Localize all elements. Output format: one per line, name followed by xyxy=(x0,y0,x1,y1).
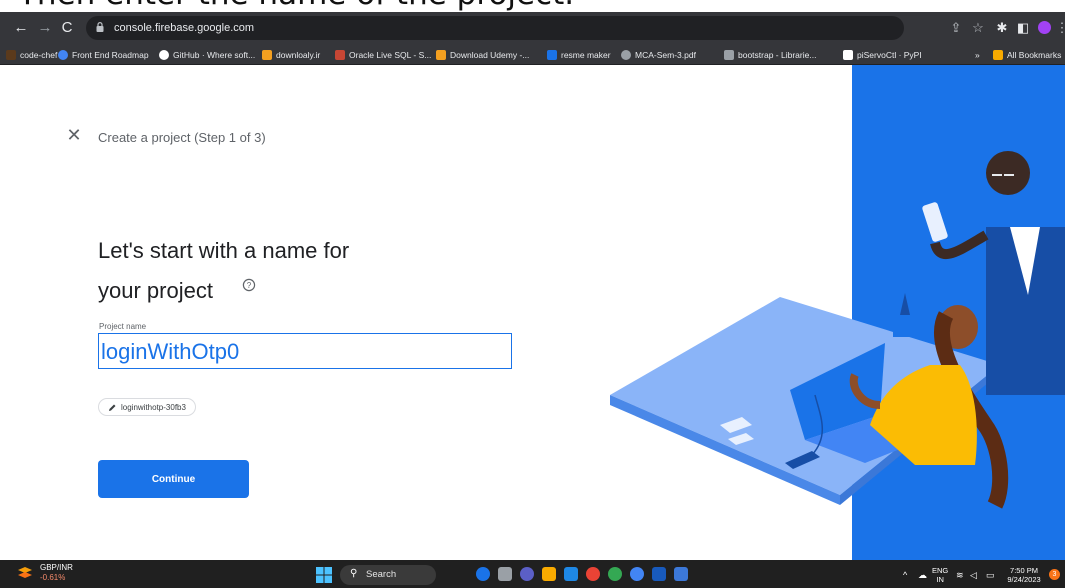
code-icon xyxy=(724,50,734,60)
pencil-icon xyxy=(109,404,116,411)
close-icon[interactable]: ✕ xyxy=(66,126,82,144)
bookmark-oracle-live-sql[interactable]: Oracle Live SQL - S... xyxy=(335,48,431,62)
bookmark-github[interactable]: GitHub · Where soft... xyxy=(159,48,255,62)
taskbar-search[interactable]: ⚲ Search xyxy=(340,565,436,585)
editor-icon[interactable] xyxy=(674,567,688,581)
search-icon: ⚲ xyxy=(350,568,358,579)
language-indicator[interactable]: ENG IN xyxy=(932,566,948,584)
project-id-chip[interactable]: loginwithotp-30fb3 xyxy=(98,398,196,416)
bookmark-icon xyxy=(843,50,853,60)
stock-widget-icon[interactable] xyxy=(16,566,34,582)
folder-icon xyxy=(993,50,1003,60)
stock-ticker[interactable]: GBP/INR xyxy=(40,563,73,572)
word-icon[interactable] xyxy=(652,567,666,581)
lock-icon xyxy=(96,22,104,32)
url-text: console.firebase.google.com xyxy=(114,22,255,34)
bookmark-front-end-roadmap[interactable]: Front End Roadmap xyxy=(58,48,149,62)
bookmark-icon xyxy=(436,50,446,60)
store-icon[interactable] xyxy=(564,567,578,581)
address-bar[interactable]: console.firebase.google.com xyxy=(86,16,904,40)
star-icon[interactable]: ☆ xyxy=(970,19,986,37)
bookmark-icon xyxy=(6,50,16,60)
clock[interactable]: 7:50 PM 9/24/2023 xyxy=(1004,566,1044,584)
volume-icon[interactable]: ◁ xyxy=(970,571,977,580)
avatar[interactable] xyxy=(1036,19,1052,37)
extensions-icon[interactable]: ✱ xyxy=(994,19,1010,37)
share-icon[interactable]: ⇪ xyxy=(948,19,964,37)
project-name-input[interactable] xyxy=(98,333,512,369)
page-title: Let's start with a name for your project xyxy=(98,238,350,303)
project-name-label: Project name xyxy=(99,322,147,331)
notification-badge[interactable]: 3 xyxy=(1049,569,1060,580)
teams-icon[interactable] xyxy=(520,567,534,581)
bookmark-icon xyxy=(335,50,345,60)
bookmark-bootstrap[interactable]: bootstrap - Librarie... xyxy=(724,48,816,62)
task-view-icon[interactable] xyxy=(498,567,512,581)
bookmarks-overflow[interactable]: » xyxy=(975,48,980,62)
bookmark-code-chef[interactable]: code-chef xyxy=(6,48,57,62)
bookmark-icon xyxy=(621,50,631,60)
svg-text:?: ? xyxy=(247,281,252,290)
start-icon[interactable] xyxy=(316,567,332,583)
help-icon[interactable]: ? xyxy=(242,278,256,292)
bookmark-mca-sem-3[interactable]: MCA-Sem-3.pdf xyxy=(621,48,696,62)
chrome-icon[interactable] xyxy=(608,567,622,581)
bookmark-piservoctl[interactable]: piServoCtl · PyPI xyxy=(843,48,922,62)
bookmark-resme-maker[interactable]: resme maker xyxy=(547,48,611,62)
step-label: Create a project (Step 1 of 3) xyxy=(98,130,266,145)
android-studio-icon[interactable] xyxy=(630,567,644,581)
continue-button[interactable]: Continue xyxy=(98,460,249,498)
chevron-up-icon[interactable]: ^ xyxy=(903,571,907,580)
bookmark-icon xyxy=(262,50,272,60)
file-explorer-icon[interactable] xyxy=(542,567,556,581)
github-icon xyxy=(159,50,169,60)
wifi-icon[interactable]: ≋ xyxy=(956,571,964,580)
bookmark-icon xyxy=(547,50,557,60)
menu-icon[interactable]: ⋮ xyxy=(1054,19,1065,37)
bookmark-download-udemy[interactable]: Download Udemy -... xyxy=(436,48,529,62)
illustration-background xyxy=(852,65,1065,560)
side-panel-icon[interactable]: ◧ xyxy=(1015,19,1031,37)
bookmark-downloaly[interactable]: downloaly.ir xyxy=(262,48,320,62)
all-bookmarks[interactable]: All Bookmarks xyxy=(993,48,1061,62)
stock-change: -0.61% xyxy=(40,573,66,582)
forward-icon[interactable]: → xyxy=(37,19,53,37)
bing-icon[interactable] xyxy=(476,567,490,581)
firebase-create-project: ✕ Create a project (Step 1 of 3) Let's s… xyxy=(0,65,1065,560)
tutorial-caption: Then enter the name of the project. xyxy=(0,0,1065,12)
app-icon[interactable] xyxy=(586,567,600,581)
bookmark-icon xyxy=(58,50,68,60)
onedrive-icon[interactable]: ☁ xyxy=(918,571,927,580)
back-icon[interactable]: ← xyxy=(13,19,29,37)
battery-icon[interactable]: ▭ xyxy=(986,571,995,580)
reload-icon[interactable]: C xyxy=(59,19,75,37)
